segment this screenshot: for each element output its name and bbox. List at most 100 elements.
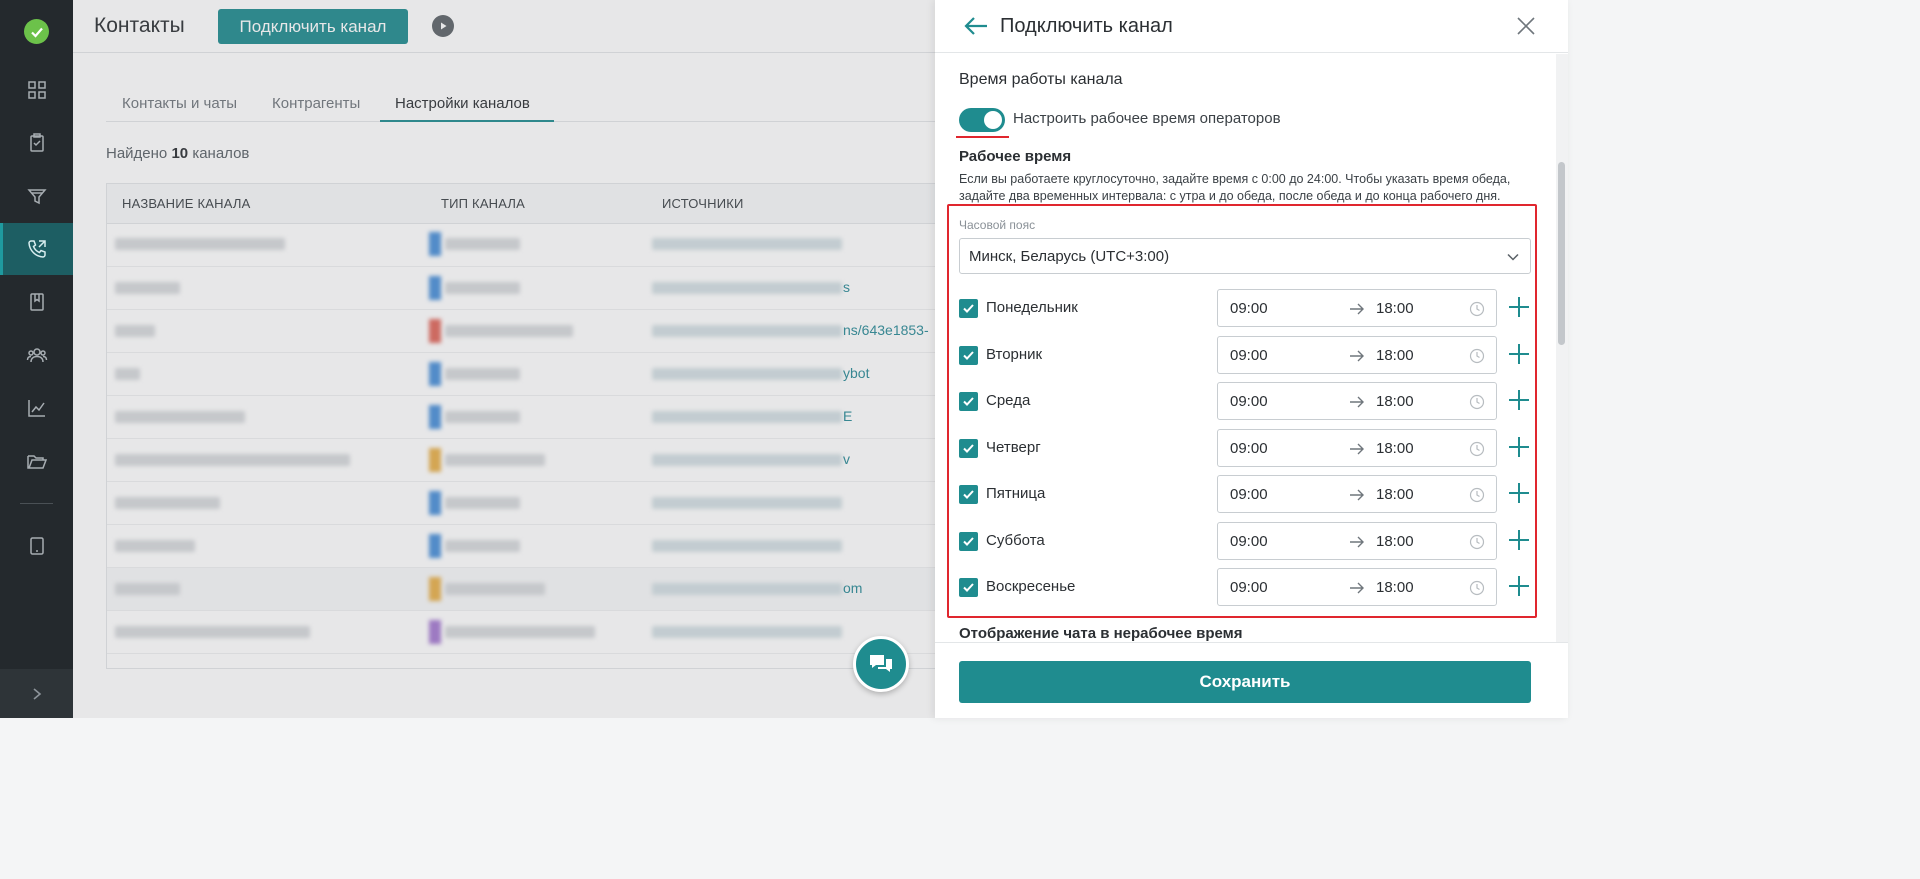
save-button[interactable]: Сохранить — [959, 661, 1531, 703]
chevron-right-icon — [32, 687, 41, 700]
checkmark-icon — [963, 537, 974, 546]
time-to: 18:00 — [1376, 347, 1414, 364]
sidebar-expand-button[interactable] — [0, 669, 73, 718]
arrow-right-icon — [1350, 489, 1364, 501]
time-to: 18:00 — [1376, 393, 1414, 410]
sidebar-item-channels[interactable] — [0, 223, 73, 275]
dashboard-icon — [27, 81, 46, 99]
add-interval-icon[interactable] — [1507, 528, 1531, 552]
time-range-field[interactable]: 09:00 18:00 — [1217, 568, 1497, 606]
time-range-field[interactable]: 09:00 18:00 — [1217, 336, 1497, 374]
sunday-checkbox[interactable] — [959, 578, 978, 597]
clock-icon — [1469, 441, 1485, 457]
clock-icon — [1469, 580, 1485, 596]
day-name: Вторник — [986, 346, 1043, 363]
checkmark-icon — [963, 304, 974, 313]
add-interval-icon[interactable] — [1507, 388, 1531, 412]
add-interval-icon[interactable] — [1507, 481, 1531, 505]
time-from: 09:00 — [1230, 533, 1268, 550]
panel-header: Подключить канал — [935, 0, 1568, 53]
checkmark-icon — [963, 351, 974, 360]
sidebar-item-analytics[interactable] — [0, 382, 73, 434]
sidebar-item-knowledge[interactable] — [0, 276, 73, 328]
scrollbar-thumb[interactable] — [1558, 162, 1565, 345]
working-hours-toggle[interactable] — [959, 108, 1005, 132]
chat-bubbles-icon — [870, 655, 892, 672]
time-to: 18:00 — [1376, 300, 1414, 317]
sidebar-item-tasks[interactable] — [0, 117, 73, 169]
time-to: 18:00 — [1376, 440, 1414, 457]
time-from: 09:00 — [1230, 300, 1268, 317]
sidebar-item-mobile[interactable] — [0, 520, 73, 572]
timezone-label: Часовой пояс — [959, 218, 1036, 232]
day-name: Воскресенье — [986, 578, 1076, 595]
logo-check-icon[interactable] — [24, 19, 49, 44]
people-icon — [26, 348, 47, 363]
friday-checkbox[interactable] — [959, 485, 978, 504]
sidebar-item-funnel[interactable] — [0, 170, 73, 222]
arrow-right-icon — [1350, 396, 1364, 408]
timezone-select[interactable]: Минск, Беларусь (UTC+3:00) — [959, 238, 1531, 274]
monday-checkbox[interactable] — [959, 299, 978, 318]
chat-widget-button[interactable] — [853, 636, 909, 692]
time-range-field[interactable]: 09:00 18:00 — [1217, 289, 1497, 327]
saturday-checkbox[interactable] — [959, 532, 978, 551]
clock-icon — [1469, 301, 1485, 317]
time-from: 09:00 — [1230, 393, 1268, 410]
after-hours-title: Отображение чата в нерабочее время — [959, 625, 1243, 642]
arrow-right-icon — [1350, 443, 1364, 455]
time-from: 09:00 — [1230, 440, 1268, 457]
panel-footer: Сохранить — [935, 642, 1568, 718]
time-range-field[interactable]: 09:00 18:00 — [1217, 475, 1497, 513]
add-interval-icon[interactable] — [1507, 574, 1531, 598]
add-interval-icon[interactable] — [1507, 342, 1531, 366]
day-name: Понедельник — [986, 299, 1078, 316]
time-range-field[interactable]: 09:00 18:00 — [1217, 429, 1497, 467]
funnel-icon — [26, 189, 47, 205]
day-row-thursday: Четверг 09:00 18:00 — [959, 429, 1531, 469]
time-from: 09:00 — [1230, 486, 1268, 503]
tuesday-checkbox[interactable] — [959, 346, 978, 365]
sidebar-item-files[interactable] — [0, 435, 73, 487]
checkmark-icon — [963, 583, 974, 592]
day-name: Среда — [986, 392, 1031, 409]
arrow-right-icon — [1350, 582, 1364, 594]
day-row-sunday: Воскресенье 09:00 18:00 — [959, 568, 1531, 608]
tablet-icon — [29, 537, 44, 555]
folder-icon — [26, 455, 47, 469]
sidebar-item-dashboard[interactable] — [0, 64, 73, 116]
time-from: 09:00 — [1230, 347, 1268, 364]
book-icon — [29, 293, 44, 311]
day-row-friday: Пятница 09:00 18:00 — [959, 475, 1531, 515]
day-row-tuesday: Вторник 09:00 18:00 — [959, 336, 1531, 376]
arrow-right-icon — [1350, 536, 1364, 548]
checkmark-icon — [963, 490, 974, 499]
clock-icon — [1469, 348, 1485, 364]
panel-scrollbar[interactable] — [1556, 54, 1568, 644]
working-time-hint: Если вы работаете круглосуточно, задайте… — [959, 172, 1511, 203]
sidebar-item-team[interactable] — [0, 329, 73, 381]
day-row-saturday: Суббота 09:00 18:00 — [959, 522, 1531, 562]
time-to: 18:00 — [1376, 579, 1414, 596]
day-name: Пятница — [986, 485, 1046, 502]
time-range-field[interactable]: 09:00 18:00 — [1217, 522, 1497, 560]
close-icon[interactable] — [1515, 15, 1537, 37]
analytics-icon — [27, 400, 45, 417]
clipboard-icon — [29, 133, 44, 152]
back-arrow-icon[interactable] — [963, 14, 989, 38]
add-interval-icon[interactable] — [1507, 295, 1531, 319]
wednesday-checkbox[interactable] — [959, 392, 978, 411]
time-to: 18:00 — [1376, 533, 1414, 550]
day-name: Суббота — [986, 532, 1045, 549]
panel-title: Подключить канал — [1000, 15, 1173, 37]
sidebar-divider — [20, 503, 53, 504]
time-from: 09:00 — [1230, 579, 1268, 596]
time-range-field[interactable]: 09:00 18:00 — [1217, 382, 1497, 420]
arrow-right-icon — [1350, 303, 1364, 315]
timezone-value: Минск, Беларусь (UTC+3:00) — [969, 248, 1170, 265]
clock-icon — [1469, 487, 1485, 503]
add-interval-icon[interactable] — [1507, 435, 1531, 459]
thursday-checkbox[interactable] — [959, 439, 978, 458]
checkmark-icon — [963, 397, 974, 406]
toggle-highlight-mark — [956, 136, 1009, 138]
